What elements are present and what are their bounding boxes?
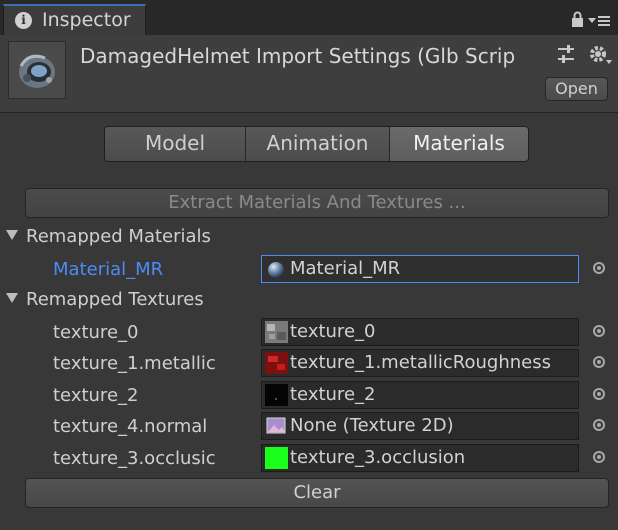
extract-materials-button[interactable]: Extract Materials And Textures ... — [25, 188, 609, 218]
remapped-textures-heading: Remapped Textures — [26, 289, 204, 310]
tab-materials[interactable]: Materials — [390, 127, 528, 161]
info-icon: i — [15, 12, 32, 29]
texture-label: texture_2 — [53, 385, 139, 406]
object-picker-icon[interactable] — [593, 388, 605, 400]
texture-object-field[interactable]: texture_3.occlusion — [261, 444, 579, 472]
texture-field-value: texture_2 — [290, 384, 376, 405]
material-label: Material_MR — [53, 259, 164, 280]
texture-object-field[interactable]: texture_0 — [261, 318, 579, 346]
foldout-arrow-icon — [6, 293, 18, 303]
object-picker-icon[interactable] — [593, 451, 605, 463]
asset-thumbnail — [8, 41, 66, 99]
object-picker-icon[interactable] — [593, 262, 605, 274]
texture-field-value: texture_0 — [290, 321, 376, 342]
texture-thumbnail-icon — [265, 447, 288, 469]
texture-thumbnail-icon — [265, 321, 288, 343]
material-object-field[interactable]: Material_MR — [261, 255, 579, 283]
window-tab-bar: i Inspector — [0, 0, 618, 35]
texture-label: texture_0 — [53, 322, 139, 343]
gear-icon[interactable] — [590, 46, 612, 64]
texture-thumbnail-icon — [265, 384, 288, 406]
menu-icon[interactable] — [588, 16, 610, 26]
texture-label: texture_3.occlusic — [53, 448, 216, 469]
object-picker-icon[interactable] — [593, 356, 605, 368]
importer-tabs: Model Animation Materials — [104, 126, 529, 162]
texture-placeholder-icon — [265, 415, 288, 437]
preset-sliders-icon[interactable] — [558, 45, 574, 63]
clear-button[interactable]: Clear — [25, 478, 609, 508]
texture-object-field[interactable]: texture_2 — [261, 381, 579, 409]
texture-label: texture_4.normal — [53, 416, 208, 437]
object-picker-icon[interactable] — [593, 419, 605, 431]
tab-icons — [570, 11, 612, 31]
material-sphere-icon — [265, 258, 288, 280]
texture-field-value: texture_1.metallicRoughness — [290, 352, 551, 373]
object-picker-icon[interactable] — [593, 325, 605, 337]
header-icons — [556, 43, 614, 71]
tab-inspector[interactable]: i Inspector — [3, 4, 146, 35]
tab-animation[interactable]: Animation — [246, 127, 390, 161]
texture-thumbnail-icon — [265, 352, 288, 374]
texture-object-field[interactable]: texture_1.metallicRoughness — [261, 349, 579, 377]
texture-field-value: texture_3.occlusion — [290, 447, 466, 468]
tab-model[interactable]: Model — [105, 127, 246, 161]
inspector-header: DamagedHelmet Import Settings (Glb Scrip… — [0, 35, 618, 113]
texture-label: texture_1.metallic — [53, 353, 216, 374]
foldout-arrow-icon — [6, 230, 18, 240]
open-button[interactable]: Open — [545, 77, 608, 101]
lock-icon[interactable] — [572, 11, 583, 28]
remapped-materials-heading: Remapped Materials — [26, 226, 211, 247]
page-title: DamagedHelmet Import Settings (Glb Scrip — [80, 44, 516, 68]
texture-object-field[interactable]: None (Texture 2D) — [261, 412, 579, 440]
remapped-textures-foldout[interactable]: Remapped Textures — [6, 289, 204, 310]
remapped-materials-foldout[interactable]: Remapped Materials — [6, 226, 211, 247]
texture-field-value: None (Texture 2D) — [290, 415, 454, 436]
material-field-value: Material_MR — [290, 258, 401, 279]
tab-inspector-label: Inspector — [42, 9, 131, 31]
